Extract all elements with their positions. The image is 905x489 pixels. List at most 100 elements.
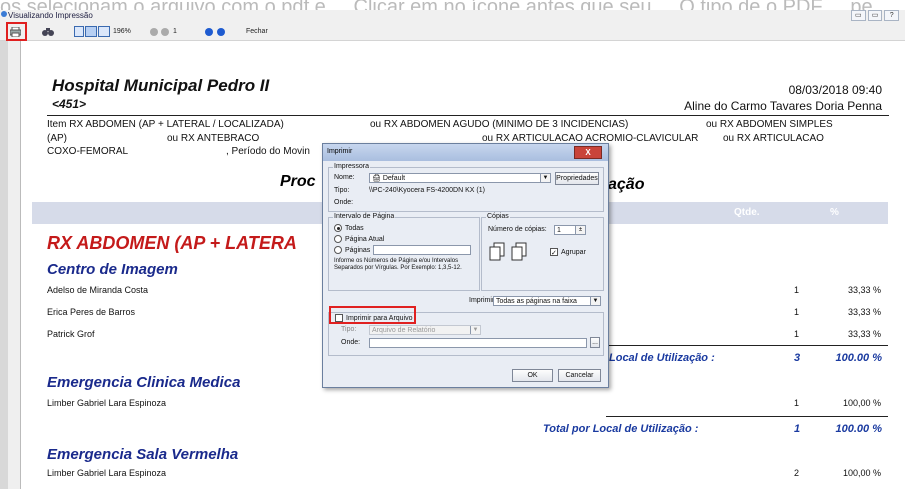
total-pct: 100.00 % — [835, 423, 882, 435]
total-divider — [606, 416, 888, 417]
browse-button[interactable]: ... — [590, 337, 600, 348]
print-select[interactable]: Todas as páginas na faixa ▼ — [493, 296, 601, 306]
single-page-icon — [74, 26, 84, 37]
printer-select-value: Default — [382, 175, 406, 182]
two-pages-button[interactable] — [85, 26, 97, 37]
left-gutter — [8, 41, 20, 489]
title-bar: Visualizando Impressão ▭ ▭ ? — [0, 10, 905, 23]
radio-icon — [334, 246, 342, 254]
spinner-icon: ± — [575, 226, 585, 234]
last-page-icon — [217, 27, 225, 36]
maximize-button[interactable]: ▭ — [867, 10, 883, 21]
print-to-file-highlight — [329, 306, 416, 324]
printer-group-label: Impressora — [333, 163, 371, 170]
filter-line-2d: ou RX ARTICULACAO — [723, 133, 824, 144]
report-user: Aline do Carmo Tavares Doria Penna — [684, 99, 882, 113]
multi-pages-icon — [98, 26, 110, 37]
collate-checkbox[interactable]: ✓ Agrupar — [550, 248, 586, 257]
group-title: Emergencia Clinica Medica — [47, 374, 241, 391]
range-current-radio[interactable]: Página Atual — [334, 235, 384, 243]
help-button[interactable]: ? — [884, 10, 900, 21]
print-label: Imprimir — [469, 297, 495, 304]
find-button[interactable] — [42, 26, 54, 37]
window-controls: ▭ ▭ ? — [851, 10, 900, 21]
filter-line-1c: ou RX ABDOMEN SIMPLES — [706, 119, 833, 130]
ok-button[interactable]: OK — [512, 369, 553, 382]
print-dialog: Imprimir X Impressora Nome: 🖨 Default ▼ … — [322, 143, 609, 388]
printer-group: Impressora Nome: 🖨 Default ▼ Propriedade… — [328, 163, 604, 212]
copies-value: 1 — [557, 227, 561, 234]
file-where-label: Onde: — [341, 339, 361, 346]
toolbar: 196% 1 Fechar — [0, 22, 905, 41]
pages-input[interactable] — [373, 245, 471, 255]
dialog-title: Imprimir — [327, 148, 353, 155]
app-icon — [1, 11, 7, 17]
group-title: Emergencia Sala Vermelha — [47, 446, 239, 463]
name-label: Nome: — [334, 174, 355, 181]
table-row-pct: 100,00 % — [842, 398, 881, 408]
table-row-name: Limber Gabriel Lara Espinoza — [47, 468, 167, 478]
prev-page-button[interactable] — [161, 26, 169, 37]
collate-label: Agrupar — [561, 248, 586, 256]
zoom-level[interactable]: 196% — [113, 26, 131, 37]
binoculars-icon — [42, 27, 54, 36]
single-page-button[interactable] — [74, 26, 84, 37]
copies-input[interactable]: 1 ± — [554, 225, 586, 235]
dialog-close-button[interactable]: X — [574, 146, 602, 159]
minimize-button[interactable]: ▭ — [851, 10, 866, 21]
printer-select[interactable]: 🖨 Default ▼ — [369, 173, 551, 183]
filter-line-3a: COXO-FEMORAL — [47, 146, 129, 157]
total-divider — [606, 345, 888, 346]
filter-line-1a: Item RX ABDOMEN (AP + LATERAL / LOCALIZA… — [47, 119, 284, 130]
close-preview-button[interactable]: Fechar — [246, 26, 268, 37]
total-label: Local de Utilização : — [609, 352, 715, 364]
window-title: Visualizando Impressão — [8, 11, 93, 20]
printer-icon: 🖨 — [372, 175, 381, 182]
col-qty-header: Qtde. — [734, 207, 760, 218]
next-page-icon — [205, 27, 213, 36]
range-hint: Informe os Números de Página e/ou Interv… — [334, 258, 462, 271]
report-datetime: 08/03/2018 09:40 — [788, 83, 882, 97]
table-row-qty: 1 — [794, 285, 800, 295]
header-divider — [47, 115, 889, 116]
table-row-pct: 100,00 % — [842, 468, 881, 478]
page-range-group: Intervalo de Página Todas Página Atual P… — [328, 213, 480, 291]
chevron-down-icon: ▼ — [590, 297, 600, 305]
cancel-button[interactable]: Cancelar — [558, 369, 601, 382]
last-page-button[interactable] — [217, 26, 225, 37]
range-current-label: Página Atual — [345, 235, 385, 243]
total-label: Total por Local de Utilização : — [543, 423, 699, 435]
properties-button[interactable]: Propriedades — [555, 172, 599, 185]
chevron-down-icon: ▼ — [540, 174, 550, 182]
page-number[interactable]: 1 — [173, 26, 177, 37]
file-type-label: Tipo: — [341, 326, 357, 333]
first-page-icon — [150, 27, 158, 36]
first-page-button[interactable] — [150, 26, 158, 37]
total-qty: 1 — [794, 423, 801, 435]
file-type-select[interactable]: Arquivo de Relatório ▼ — [369, 325, 481, 335]
radio-checked-icon — [334, 224, 342, 232]
table-row-qty: 1 — [794, 307, 800, 317]
table-row-name: Adelso de Miranda Costa — [47, 285, 149, 295]
type-label: Tipo: — [334, 187, 350, 194]
filter-line-2b: ou RX ANTEBRACO — [167, 133, 260, 144]
filter-line-1b: ou RX ABDOMEN AGUDO (MINIMO DE 3 INCIDEN… — [370, 119, 629, 130]
range-all-radio[interactable]: Todas — [334, 224, 364, 232]
next-page-button[interactable] — [205, 26, 213, 37]
table-row-name: Limber Gabriel Lara Espinoza — [47, 398, 167, 408]
group-title: Centro de Imagem — [47, 261, 178, 278]
range-pages-radio[interactable]: Páginas — [334, 246, 370, 254]
table-row-pct: 33,33 % — [847, 285, 881, 295]
multi-pages-button[interactable] — [98, 26, 110, 37]
table-row-qty: 1 — [794, 329, 800, 339]
report-title-end: ação — [608, 176, 645, 193]
table-row-qty: 1 — [794, 398, 800, 408]
file-type-value: Arquivo de Relatório — [372, 327, 436, 334]
table-row-qty: 2 — [794, 468, 800, 478]
table-row-name: Erica Peres de Barros — [47, 307, 136, 317]
copies-group-label: Cópias — [486, 213, 510, 220]
page-range-label: Intervalo de Página — [333, 213, 396, 220]
range-pages-label: Páginas — [345, 246, 371, 254]
filter-line-2a: (AP) — [47, 133, 67, 144]
file-path-input[interactable] — [369, 338, 587, 348]
